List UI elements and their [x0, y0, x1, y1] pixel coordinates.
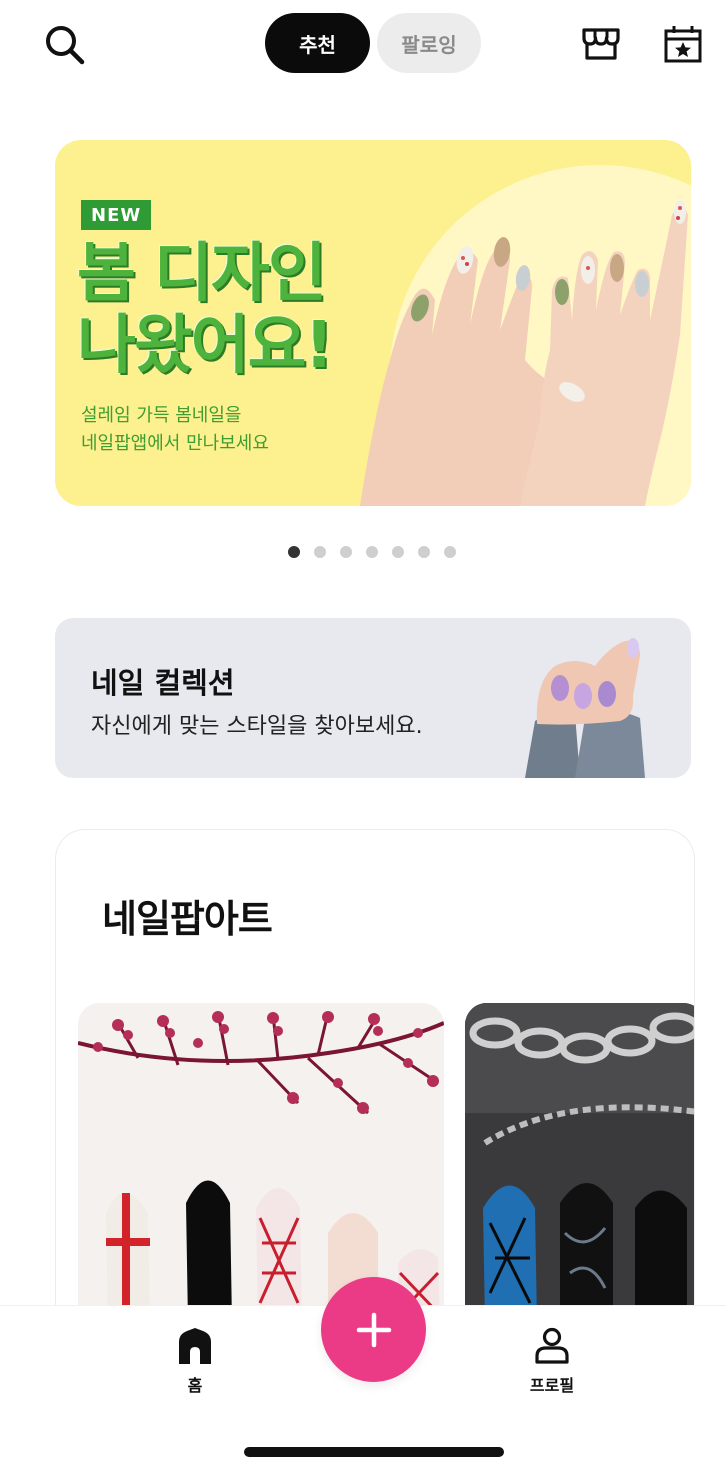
tab-following-label: 팔로잉 [401, 32, 457, 57]
home-indicator [244, 1447, 504, 1457]
banner-headline-line1: 봄 디자인 [77, 237, 327, 311]
nail-collection-card[interactable]: 네일 컬렉션 자신에게 맞는 스타일을 찾아보세요. [55, 618, 691, 778]
carousel-dot[interactable] [288, 546, 300, 558]
section-title: 네일팝아트 [102, 897, 273, 941]
shop-icon [582, 28, 620, 60]
promo-banner[interactable]: NEW 봄 디자인 나왔어요! 설레임 가득 봄네일을 네일팝앱에서 만나보세요 [55, 140, 691, 506]
art-tile[interactable] [465, 1003, 694, 1323]
banner-subtitle-line2: 네일팝앱에서 만나보세요 [81, 433, 269, 454]
carousel-dot[interactable] [366, 546, 378, 558]
new-badge: NEW [81, 200, 152, 230]
search-icon [46, 26, 85, 65]
top-bar: 추천 팔로잉 [0, 0, 726, 90]
banner-headline: 봄 디자인 나왔어요! [77, 237, 334, 383]
art-tile-image [78, 1003, 444, 1323]
art-tile[interactable] [78, 1003, 444, 1323]
plus-icon [356, 1312, 391, 1347]
carousel-dot[interactable] [314, 546, 326, 558]
collection-title: 네일 컬렉션 [91, 666, 235, 700]
calendar-star-icon [664, 26, 702, 63]
carousel-dot[interactable] [340, 546, 352, 558]
shop-button[interactable] [578, 20, 624, 66]
nav-profile[interactable]: 프로필 [520, 1326, 584, 1396]
collection-description: 자신에게 맞는 스타일을 찾아보세요. [91, 714, 423, 739]
carousel-dot[interactable] [418, 546, 430, 558]
tab-following[interactable]: 팔로잉 [377, 13, 481, 73]
tab-recommended[interactable]: 추천 [265, 13, 370, 73]
home-icon [179, 1328, 211, 1364]
banner-hands-image [360, 200, 688, 506]
nailpop-art-section: 네일팝아트 [55, 829, 695, 1349]
carousel-dot[interactable] [392, 546, 404, 558]
nav-home[interactable]: 홈 [165, 1326, 225, 1396]
carousel-dot[interactable] [444, 546, 456, 558]
search-button[interactable] [40, 20, 88, 68]
collection-hand-image [525, 638, 645, 778]
nav-profile-label: 프로필 [529, 1376, 575, 1395]
banner-headline-line2: 나왔어요! [77, 309, 334, 383]
art-tile-image [465, 1003, 694, 1323]
banner-subtitle: 설레임 가득 봄네일을 네일팝앱에서 만나보세요 [81, 402, 269, 458]
calendar-button[interactable] [660, 22, 706, 68]
tab-recommended-label: 추천 [299, 32, 336, 57]
profile-icon [535, 1327, 569, 1364]
add-post-button[interactable] [321, 1277, 426, 1382]
carousel-indicator [288, 546, 456, 558]
banner-subtitle-line1: 설레임 가득 봄네일을 [81, 405, 242, 426]
nav-home-label: 홈 [187, 1376, 203, 1395]
